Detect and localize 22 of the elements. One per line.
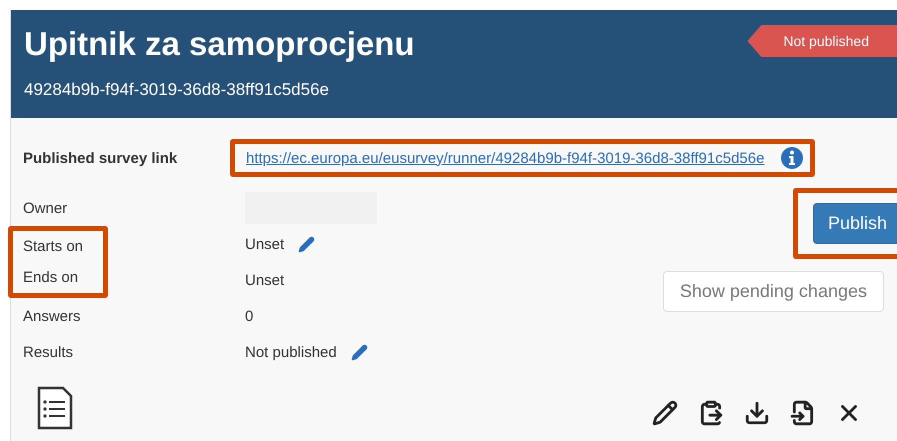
field-label: Owner bbox=[23, 200, 68, 216]
survey-link[interactable]: https://ec.europa.eu/eusurvey/runner/49284b9b-f94f-3019-36d8-38ff91c5d56e bbox=[246, 150, 764, 166]
field-value: Unset bbox=[245, 236, 377, 252]
field-label: Answers bbox=[23, 308, 82, 324]
field-value: 0 bbox=[245, 308, 254, 324]
document-list-icon[interactable] bbox=[37, 386, 73, 430]
clipboard-icon[interactable] bbox=[698, 400, 724, 426]
field-label: Ends on bbox=[23, 269, 80, 286]
survey-title: Upitnik za samoprocjenu bbox=[24, 24, 415, 64]
publish-button[interactable]: Publish bbox=[812, 203, 897, 244]
info-icon[interactable] bbox=[780, 146, 804, 170]
download-icon[interactable] bbox=[744, 400, 770, 426]
status-ribbon: Not published bbox=[747, 25, 897, 57]
pending-changes-button[interactable]: Show pending changes bbox=[662, 271, 884, 312]
link-label: Published survey link bbox=[23, 150, 178, 166]
pencil-icon[interactable] bbox=[652, 400, 678, 426]
field-label: Starts on bbox=[23, 238, 84, 255]
field-label: Results bbox=[23, 344, 74, 360]
field-value: Not published bbox=[245, 344, 377, 360]
survey-id: 49284b9b-f94f-3019-36d8-38ff91c5d56e bbox=[24, 80, 330, 100]
import-icon[interactable] bbox=[790, 400, 816, 426]
field-value: Unset bbox=[245, 272, 286, 288]
